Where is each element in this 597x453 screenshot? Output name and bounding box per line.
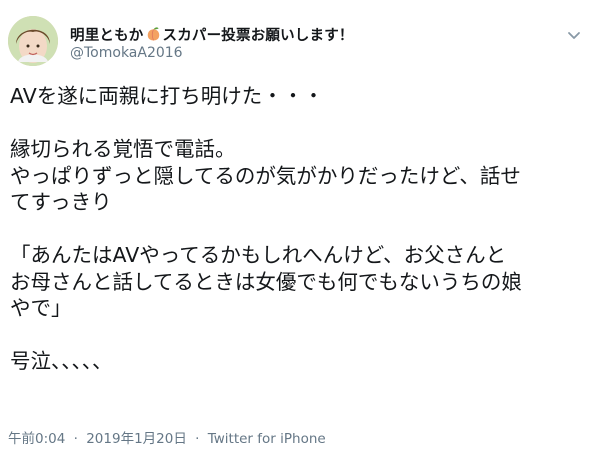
display-name-row: 明里ともか スカパー投票お願いします！	[70, 24, 354, 45]
tweet-line: やで」	[10, 296, 72, 320]
tweet-header: 明里ともか スカパー投票お願いします！ @TomokaA2016	[8, 14, 589, 74]
chevron-down-icon[interactable]	[565, 26, 583, 44]
tweet-text: AVを遂に両親に打ち明けた・・・ 縁切られる覚悟で電話。 やっぱりずっと隠してる…	[10, 83, 590, 375]
tweet-source[interactable]: Twitter for iPhone	[208, 431, 326, 447]
tweet-meta: 午前0:04 · 2019年1月20日 · Twitter for iPhone	[8, 427, 326, 447]
peach-emoji-icon	[145, 26, 162, 43]
display-name[interactable]: 明里ともか	[70, 24, 144, 45]
avatar[interactable]	[8, 16, 58, 66]
tweet-time[interactable]: 午前0:04	[8, 431, 65, 447]
tweet-card: 明里ともか スカパー投票お願いします！ @TomokaA2016 AVを遂に両親…	[0, 0, 597, 453]
tweet-line: やっぱりずっと隠してるのが気がかりだったけど、話せ	[10, 163, 521, 188]
user-handle[interactable]: @TomokaA2016	[70, 45, 183, 61]
tweet-line: 号泣、、、、、	[10, 349, 113, 373]
tweet-line: 「あんたはAVやってるかもしれへんけど、お父さんと	[10, 243, 507, 267]
display-name-suffix: スカパー投票お願いします！	[162, 28, 354, 44]
meta-separator: ·	[73, 431, 78, 447]
tweet-line: AVを遂に両親に打ち明けた・・・	[10, 84, 324, 108]
meta-separator: ·	[195, 431, 200, 447]
tweet-line: お母さんと話してるときは女優でも何でもないうちの娘	[10, 269, 522, 294]
tweet-line: てすっきり	[10, 190, 112, 214]
tweet-date[interactable]: 2019年1月20日	[86, 431, 187, 447]
profile-photo-icon	[8, 16, 58, 66]
tweet-line: 縁切られる覚悟で電話。	[10, 137, 236, 161]
